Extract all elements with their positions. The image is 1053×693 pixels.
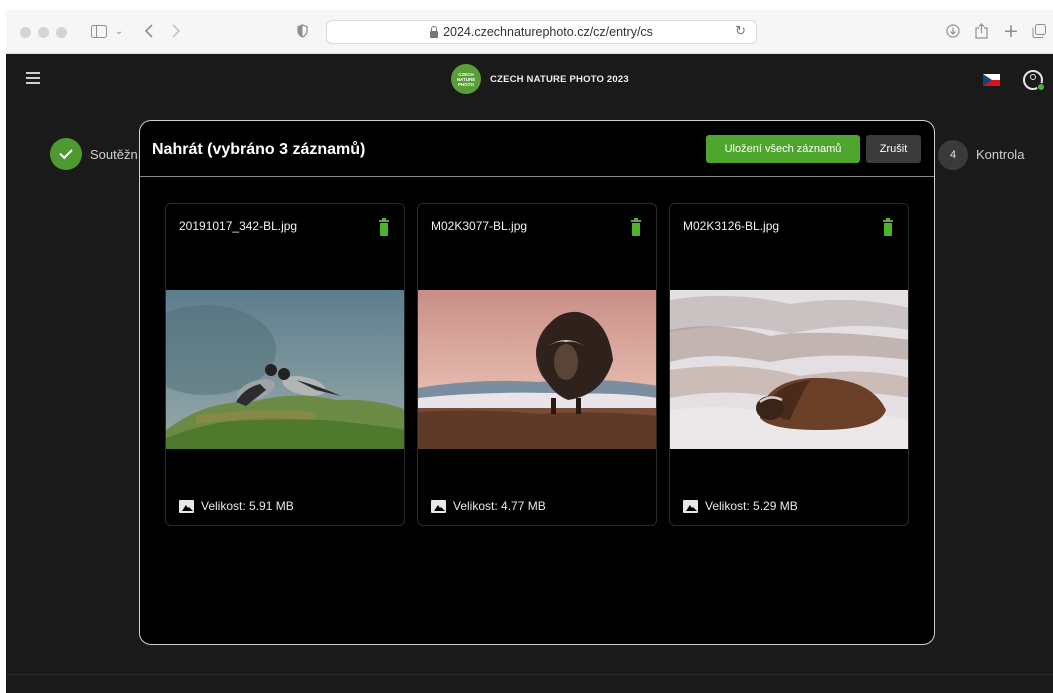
photo-thumbnail <box>166 290 404 449</box>
share-icon[interactable] <box>972 20 990 42</box>
card-filename: M02K3126-BL.jpg <box>683 219 780 233</box>
delete-icon[interactable] <box>883 218 893 237</box>
upload-card: M02K3126-BL.jpg Velikost: 5.29 MB <box>669 203 909 526</box>
photo-thumbnail <box>418 290 656 449</box>
file-size-label: Velikost: 4.77 MB <box>453 499 546 513</box>
tabs-icon[interactable] <box>1030 20 1048 42</box>
app-window: CZECH NATURE PHOTO CZECH NATURE PHOTO 20… <box>6 54 1053 693</box>
file-size-label: Velikost: 5.29 MB <box>705 499 798 513</box>
user-account-icon[interactable] <box>1023 70 1045 91</box>
cancel-button[interactable]: Zrušit <box>866 135 921 163</box>
photo-thumbnail <box>670 290 908 449</box>
image-icon <box>179 499 194 513</box>
card-filename: M02K3077-BL.jpg <box>431 219 528 233</box>
step-number-4: 4 <box>938 140 968 170</box>
file-size: Velikost: 5.29 MB <box>683 499 798 513</box>
step-label-competition: Soutěžní <box>90 147 142 162</box>
save-all-button[interactable]: Uložení všech záznamů <box>706 135 860 163</box>
online-status-dot <box>1037 83 1045 91</box>
close-window-button[interactable] <box>20 27 31 38</box>
back-icon[interactable] <box>140 20 156 42</box>
download-icon[interactable] <box>944 20 962 42</box>
brand-title: CZECH NATURE PHOTO 2023 <box>490 73 629 85</box>
new-tab-icon[interactable]: + <box>1002 20 1020 42</box>
lock-icon <box>430 25 439 38</box>
page-footer <box>6 674 1053 693</box>
delete-icon[interactable] <box>631 218 641 237</box>
step-complete-check-icon <box>50 138 82 170</box>
browser-toolbar: ⌄ 2024.czechnaturephoto.cz/cz/entry/cs ↻… <box>6 10 1053 54</box>
upload-card: M02K3077-BL.jpg Velikost: 4.77 MB <box>417 203 657 526</box>
upload-card: 20191017_342-BL.jpg Velikost: 5.91 MB <box>165 203 405 526</box>
menu-icon[interactable] <box>26 72 40 84</box>
delete-icon[interactable] <box>379 218 389 237</box>
shield-icon[interactable] <box>294 20 310 42</box>
file-size: Velikost: 4.77 MB <box>431 499 546 513</box>
file-size-label: Velikost: 5.91 MB <box>201 499 294 513</box>
zoom-window-button[interactable] <box>56 27 67 38</box>
chevron-down-icon[interactable]: ⌄ <box>112 20 126 42</box>
brand[interactable]: CZECH NATURE PHOTO CZECH NATURE PHOTO 20… <box>451 64 629 94</box>
modal-header: Nahrát (vybráno 3 záznamů) Uložení všech… <box>140 121 934 177</box>
step-label-review: Kontrola <box>976 147 1025 162</box>
upload-modal: Nahrát (vybráno 3 záznamů) Uložení všech… <box>139 120 935 645</box>
url-text: 2024.czechnaturephoto.cz/cz/entry/cs <box>443 25 653 39</box>
app-header: CZECH NATURE PHOTO CZECH NATURE PHOTO 20… <box>6 54 1053 106</box>
brand-logo: CZECH NATURE PHOTO <box>451 64 481 94</box>
image-icon <box>431 499 446 513</box>
minimize-window-button[interactable] <box>38 27 49 38</box>
forward-icon[interactable] <box>168 20 184 42</box>
card-filename: 20191017_342-BL.jpg <box>179 219 298 233</box>
file-size: Velikost: 5.91 MB <box>179 499 294 513</box>
image-icon <box>683 499 698 513</box>
sidebar-icon[interactable] <box>88 20 110 42</box>
address-bar[interactable]: 2024.czechnaturephoto.cz/cz/entry/cs ↻ <box>326 20 757 44</box>
modal-title: Nahrát (vybráno 3 záznamů) <box>152 141 366 158</box>
reload-icon[interactable]: ↻ <box>735 24 746 39</box>
czech-flag-icon[interactable] <box>983 74 1000 86</box>
